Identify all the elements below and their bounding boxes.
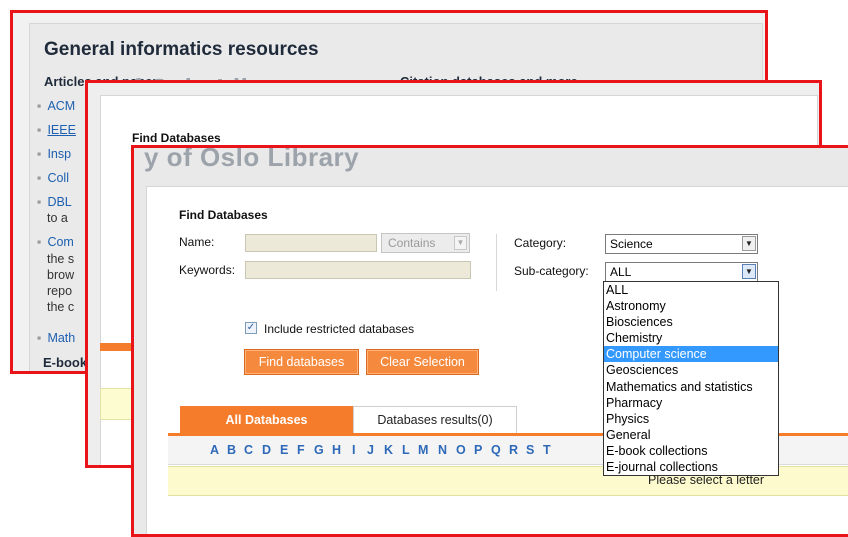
letter-link[interactable]: I (352, 443, 355, 457)
letter-link[interactable]: H (332, 443, 341, 457)
name-label: Name: (179, 235, 215, 249)
list-item[interactable]: ▪ Math (37, 331, 75, 345)
resource-link[interactable]: Math (47, 331, 75, 345)
dropdown-option[interactable]: Physics (604, 411, 778, 427)
dropdown-option[interactable]: Mathematics and statistics (604, 379, 778, 395)
letter-link[interactable]: L (402, 443, 410, 457)
resource-link[interactable]: Coll (47, 171, 69, 185)
dropdown-option[interactable]: E-journal collections (604, 459, 778, 475)
letter-link[interactable]: O (456, 443, 466, 457)
category-select[interactable]: Science ▼ (605, 234, 758, 254)
dropdown-option[interactable]: General (604, 427, 778, 443)
letter-link[interactable]: A (210, 443, 219, 457)
letter-link[interactable]: S (526, 443, 534, 457)
match-type-select[interactable]: Contains ▼ (381, 233, 470, 253)
letter-link[interactable]: B (227, 443, 236, 457)
letter-link[interactable]: T (543, 443, 551, 457)
dropdown-option[interactable]: E-book collections (604, 443, 778, 459)
list-item[interactable]: ▪ Com (37, 235, 74, 249)
resource-link[interactable]: Insp (47, 147, 71, 161)
dropdown-option[interactable]: Geosciences (604, 362, 778, 378)
clear-selection-button[interactable]: Clear Selection (366, 349, 479, 375)
letter-link[interactable]: P (474, 443, 482, 457)
chevron-down-icon[interactable]: ▼ (742, 264, 756, 279)
subcategory-dropdown-list[interactable]: ALL Astronomy Biosciences Chemistry Comp… (603, 281, 779, 476)
dropdown-option[interactable]: ALL (604, 282, 778, 298)
letter-link[interactable]: D (262, 443, 271, 457)
category-value: Science (610, 237, 653, 251)
ghost-library-title: y of Oslo Library (144, 145, 360, 172)
letter-link[interactable]: M (418, 443, 428, 457)
name-input[interactable] (245, 234, 377, 252)
dropdown-option[interactable]: Chemistry (604, 330, 778, 346)
resource-link[interactable]: IEEE (47, 123, 76, 137)
list-item[interactable]: ▪ Coll (37, 171, 69, 185)
dropdown-option-highlighted[interactable]: Computer science (604, 346, 778, 363)
tab-databases-results[interactable]: Databases results(0) (353, 406, 517, 434)
ebook-heading: E-book (43, 355, 88, 370)
letter-link[interactable]: Q (491, 443, 501, 457)
chevron-down-icon[interactable]: ▼ (454, 236, 467, 250)
letter-link[interactable]: K (384, 443, 393, 457)
match-type-value: Contains (388, 236, 436, 250)
tab-all-databases[interactable]: All Databases (180, 406, 353, 434)
list-item[interactable]: ▪ ACM (37, 99, 75, 113)
keywords-input[interactable] (245, 261, 471, 279)
dropdown-option[interactable]: Biosciences (604, 314, 778, 330)
letter-link[interactable]: E (280, 443, 288, 457)
letter-link[interactable]: J (367, 443, 374, 457)
find-databases-heading: Find Databases (132, 131, 221, 145)
category-label: Category: (514, 236, 567, 250)
list-item[interactable]: ▪ DBL (37, 195, 72, 209)
find-databases-heading: Find Databases (179, 208, 268, 222)
letter-link[interactable]: C (244, 443, 253, 457)
dropdown-option[interactable]: Pharmacy (604, 395, 778, 411)
subcategory-value: ALL (610, 265, 632, 279)
list-item[interactable]: ▪ Insp (37, 147, 71, 161)
chevron-down-icon[interactable]: ▼ (742, 236, 756, 251)
subcategory-label: Sub-category: (514, 264, 589, 278)
include-restricted-label: Include restricted databases (264, 322, 415, 336)
list-item-continuation: the s brow repo the c (47, 252, 75, 314)
resource-link[interactable]: DBL (47, 195, 71, 209)
divider (496, 234, 497, 291)
letter-link[interactable]: G (314, 443, 324, 457)
keywords-label: Keywords: (179, 263, 236, 277)
letter-link[interactable]: N (438, 443, 447, 457)
subcategory-select[interactable]: ALL ▼ (605, 262, 758, 282)
resource-link[interactable]: ACM (47, 99, 75, 113)
find-databases-button[interactable]: Find databases (244, 349, 359, 375)
include-restricted-checkbox[interactable]: ✓ (245, 322, 257, 334)
dropdown-option[interactable]: Astronomy (604, 298, 778, 314)
letter-link[interactable]: F (297, 443, 305, 457)
page-title: General informatics resources (44, 39, 319, 60)
list-item-continuation: to a (47, 211, 68, 225)
resource-link[interactable]: Com (47, 235, 73, 249)
list-item[interactable]: ▪ IEEE (37, 123, 76, 137)
letter-link[interactable]: R (509, 443, 518, 457)
